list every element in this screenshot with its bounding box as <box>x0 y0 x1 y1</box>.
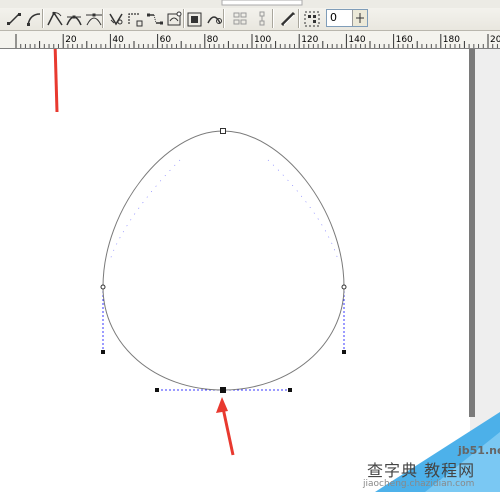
curve-smoothness-icon[interactable] <box>278 9 298 29</box>
smooth-node-icon[interactable] <box>64 9 84 29</box>
separator <box>102 9 104 28</box>
cusp-node-icon[interactable] <box>45 9 65 29</box>
ruler-label: 180 <box>443 35 460 45</box>
ruler-label: 120 <box>301 35 318 45</box>
curve-segment-icon[interactable] <box>24 9 44 29</box>
separator <box>42 9 44 28</box>
annotation-arrow-up-icon <box>53 49 59 113</box>
ruler-label: 60 <box>160 35 172 45</box>
control-point[interactable] <box>101 350 105 354</box>
extract-subpath-icon[interactable] <box>145 9 165 29</box>
ruler-label: 20 <box>65 35 77 45</box>
separator <box>272 9 274 28</box>
stretch-scale-nodes-icon[interactable] <box>164 9 184 29</box>
watermark-url: jiaocheng.chazidian.com <box>363 479 475 489</box>
node-right[interactable] <box>341 284 347 290</box>
reflect-nodes-icon[interactable] <box>230 9 250 29</box>
control-point[interactable] <box>288 388 292 392</box>
annotation-arrow-up-icon <box>216 397 235 456</box>
toolbar-top-edge <box>0 0 500 8</box>
rotate-skew-nodes-icon[interactable] <box>185 9 205 29</box>
ruler-label: 140 <box>348 35 365 45</box>
spinner-icon[interactable] <box>352 10 367 26</box>
curve-path[interactable] <box>102 130 345 391</box>
ruler-label: 80 <box>207 35 219 45</box>
ruler-label: 200 <box>490 35 500 45</box>
ruler-label: 160 <box>396 35 413 45</box>
control-point[interactable] <box>342 350 346 354</box>
watermark: jb51.net 查字典 教程网 jiaocheng.chazidian.com <box>355 412 500 492</box>
separator <box>298 9 300 28</box>
symmetrical-node-icon[interactable] <box>84 9 104 29</box>
reduce-nodes-value: 0 <box>330 11 337 24</box>
extend-curve-icon[interactable] <box>125 9 145 29</box>
curve-path-highlight <box>109 159 339 261</box>
align-nodes-icon[interactable] <box>204 9 224 29</box>
watermark-text: 查字典 教程网 <box>367 461 476 480</box>
watermark-site: jb51.net <box>458 444 500 457</box>
ruler-label: 100 <box>254 35 271 45</box>
reverse-curve-icon[interactable] <box>106 9 126 29</box>
selected-node-bottom[interactable] <box>220 387 226 393</box>
node-top[interactable] <box>220 128 226 134</box>
property-bar: 0 <box>0 0 500 31</box>
control-point[interactable] <box>155 388 159 392</box>
reduce-nodes-field[interactable]: 0 <box>326 9 368 27</box>
line-segment-icon[interactable] <box>4 9 24 29</box>
separator <box>223 9 225 28</box>
elastic-mode-icon[interactable] <box>252 9 272 29</box>
horizontal-ruler[interactable]: 20406080100120140160180200220 <box>0 31 500 49</box>
ruler-label: 40 <box>112 35 124 45</box>
node-left[interactable] <box>100 284 106 290</box>
select-all-nodes-icon[interactable] <box>302 9 322 29</box>
